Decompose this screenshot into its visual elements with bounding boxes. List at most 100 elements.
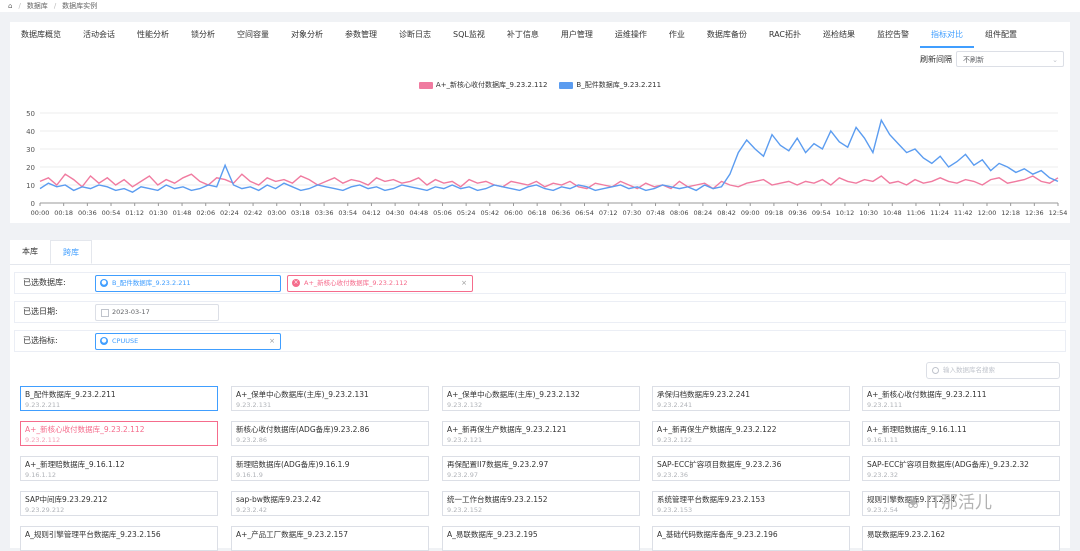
refresh-interval-value: 不刷新 xyxy=(963,56,984,64)
subtab-1[interactable]: 跨库 xyxy=(50,240,92,264)
tab-4[interactable]: 空间容量 xyxy=(226,22,280,48)
db-card[interactable]: A+_新核心收付数据库_9.23.2.111 9.23.2.111 xyxy=(862,386,1060,411)
refresh-interval-select[interactable]: 不刷新 ⌄ xyxy=(956,51,1064,67)
db-card[interactable]: 新理赔数据库(ADG备库)9.16.1.9 9.16.1.9 xyxy=(231,456,429,481)
db-card-ip: 9.23.2.86 xyxy=(236,436,268,444)
db-card-ip: 9.23.2.122 xyxy=(657,436,693,444)
x-tick-label: 02:06 xyxy=(196,209,215,217)
db-card-name: 新核心收付数据库(ADG备库)9.23.2.86 xyxy=(236,425,370,434)
tab-14[interactable]: RAC拓扑 xyxy=(758,22,812,48)
tab-5[interactable]: 对象分析 xyxy=(280,22,334,48)
db-card[interactable]: 系统管理平台数据库9.23.2.153 9.23.2.153 xyxy=(652,491,850,516)
db-card[interactable]: A+_保单中心数据库(主库)_9.23.2.131 9.23.2.131 xyxy=(231,386,429,411)
tab-1[interactable]: 活动会话 xyxy=(72,22,126,48)
x-tick-label: 07:12 xyxy=(599,209,618,217)
x-tick-label: 10:12 xyxy=(836,209,855,217)
close-icon[interactable]: × xyxy=(269,334,275,349)
tab-18[interactable]: 组件配置 xyxy=(974,22,1028,48)
legend-item[interactable]: A+_新核心收付数据库_9.23.2.112 xyxy=(418,80,547,90)
db-card-ip: 9.23.2.211 xyxy=(25,401,61,409)
tab-17[interactable]: 指标对比 xyxy=(920,22,974,48)
chart-legend: A+_新核心收付数据库_9.23.2.112 B_配件数据库_9.23.2.211 xyxy=(10,80,1070,91)
x-tick-label: 06:00 xyxy=(504,209,523,217)
db-card[interactable]: A+_新理赔数据库_9.16.1.12 9.16.1.12 xyxy=(20,456,218,481)
db-card[interactable]: A+_新再保生产数据库_9.23.2.121 9.23.2.121 xyxy=(442,421,640,446)
close-circle-icon: × xyxy=(292,279,300,287)
db-card[interactable]: SAP-ECC扩容项目数据库_9.23.2.36 9.23.2.36 xyxy=(652,456,850,481)
db-card-ip: 9.23.2.131 xyxy=(236,401,272,409)
date-value: 2023-03-17 xyxy=(112,308,150,316)
db-card[interactable]: sap-bw数据库9.23.2.42 9.23.2.42 xyxy=(231,491,429,516)
tab-0[interactable]: 数据库概览 xyxy=(10,22,72,48)
tab-2[interactable]: 性能分析 xyxy=(126,22,180,48)
refresh-interval-label: 刷新间隔 xyxy=(920,55,952,64)
selected-db-tag-b[interactable]: ● B_配件数据库_9.23.2.211 xyxy=(95,275,281,292)
db-card[interactable]: A+_产品工厂数据库_9.23.2.157 xyxy=(231,526,429,551)
breadcrumb-item-instance: 数据库实例 xyxy=(62,2,98,10)
x-tick-label: 08:42 xyxy=(717,209,736,217)
selected-db-row: 已选数据库: ● B_配件数据库_9.23.2.211 × A+_新核心收付数据… xyxy=(14,272,1066,294)
selected-db-label: 已选数据库: xyxy=(23,278,66,287)
db-card[interactable]: A+_新再保生产数据库_9.23.2.122 9.23.2.122 xyxy=(652,421,850,446)
x-tick-label: 08:24 xyxy=(694,209,713,217)
tab-15[interactable]: 巡检结果 xyxy=(812,22,866,48)
db-card[interactable]: 承保归档数据库9.23.2.241 9.23.2.241 xyxy=(652,386,850,411)
db-card[interactable]: 统一工作台数据库9.23.2.152 9.23.2.152 xyxy=(442,491,640,516)
tab-12[interactable]: 作业 xyxy=(658,22,696,48)
db-card-ip: 9.23.2.32 xyxy=(867,471,899,479)
db-card[interactable]: A_基础代码数据库备库_9.23.2.196 xyxy=(652,526,850,551)
db-card-name: SAP中间库9.23.29.212 xyxy=(25,495,108,504)
x-tick-label: 05:24 xyxy=(457,209,476,217)
legend-swatch xyxy=(418,81,433,89)
watermark-text: IT那活儿 xyxy=(925,493,993,513)
db-card-ip: 9.23.2.111 xyxy=(867,401,903,409)
tab-6[interactable]: 参数管理 xyxy=(334,22,388,48)
db-card[interactable]: 新核心收付数据库(ADG备库)9.23.2.86 9.23.2.86 xyxy=(231,421,429,446)
db-card[interactable]: B_配件数据库_9.23.2.211 9.23.2.211 xyxy=(20,386,218,411)
metric-select[interactable]: ● CPUUSE × xyxy=(95,333,281,350)
tab-11[interactable]: 运维操作 xyxy=(604,22,658,48)
tab-7[interactable]: 诊断日志 xyxy=(388,22,442,48)
db-search-input[interactable]: 输入数据库名搜索 xyxy=(926,362,1060,379)
db-card-name: 易联数据库9.23.2.162 xyxy=(867,530,946,539)
db-card[interactable]: A_规则引擎管理平台数据库_9.23.2.156 xyxy=(20,526,218,551)
db-card-ip: 9.23.2.42 xyxy=(236,506,268,514)
tab-3[interactable]: 锁分析 xyxy=(180,22,226,48)
tab-16[interactable]: 监控告警 xyxy=(866,22,920,48)
home-icon[interactable]: ⌂ xyxy=(8,2,12,10)
db-card[interactable]: A+_保单中心数据库(主库)_9.23.2.132 9.23.2.132 xyxy=(442,386,640,411)
db-card[interactable]: A+_新理赔数据库_9.16.1.11 9.16.1.11 xyxy=(862,421,1060,446)
db-card-name: A+_新核心收付数据库_9.23.2.112 xyxy=(25,425,145,434)
db-card[interactable]: SAP中间库9.23.29.212 9.23.29.212 xyxy=(20,491,218,516)
db-card-ip: 9.16.1.12 xyxy=(25,471,57,479)
x-tick-label: 12:54 xyxy=(1049,209,1068,217)
date-picker[interactable]: 2023-03-17 xyxy=(95,304,219,321)
selected-db-tag-label: A+_新核心收付数据库_9.23.2.112 xyxy=(304,279,408,287)
db-card-name: A+_保单中心数据库(主库)_9.23.2.132 xyxy=(447,390,580,399)
tab-10[interactable]: 用户管理 xyxy=(550,22,604,48)
y-tick-label: 50 xyxy=(26,110,35,118)
db-card[interactable]: A_易联数据库_9.23.2.195 xyxy=(442,526,640,551)
tab-8[interactable]: SQL监视 xyxy=(442,22,496,48)
db-card-name: B_配件数据库_9.23.2.211 xyxy=(25,390,116,399)
legend-item[interactable]: B_配件数据库_9.23.2.211 xyxy=(559,80,661,90)
db-card[interactable]: 易联数据库9.23.2.162 xyxy=(862,526,1060,551)
breadcrumb-item-database[interactable]: 数据库 xyxy=(27,1,48,11)
x-tick-label: 01:30 xyxy=(149,209,168,217)
db-card-name: 系统管理平台数据库9.23.2.153 xyxy=(657,495,766,504)
x-tick-label: 11:42 xyxy=(954,209,973,217)
x-tick-label: 04:48 xyxy=(409,209,428,217)
x-tick-label: 04:12 xyxy=(362,209,381,217)
db-card[interactable]: 再保配置II7数据库_9.23.2.97 9.23.2.97 xyxy=(442,456,640,481)
legend-label: B_配件数据库_9.23.2.211 xyxy=(576,81,662,89)
subtab-0[interactable]: 本库 xyxy=(10,240,50,264)
x-tick-label: 09:18 xyxy=(765,209,784,217)
db-card[interactable]: SAP-ECC扩容项目数据库(ADG备库)_9.23.2.32 9.23.2.32 xyxy=(862,456,1060,481)
db-card-name: A+_新理赔数据库_9.16.1.12 xyxy=(25,460,125,469)
x-tick-label: 06:36 xyxy=(551,209,570,217)
selected-db-tag-a[interactable]: × A+_新核心收付数据库_9.23.2.112 × xyxy=(287,275,473,292)
close-icon[interactable]: × xyxy=(461,276,467,291)
tab-13[interactable]: 数据库备份 xyxy=(696,22,758,48)
tab-9[interactable]: 补丁信息 xyxy=(496,22,550,48)
db-card[interactable]: A+_新核心收付数据库_9.23.2.112 9.23.2.112 xyxy=(20,421,218,446)
